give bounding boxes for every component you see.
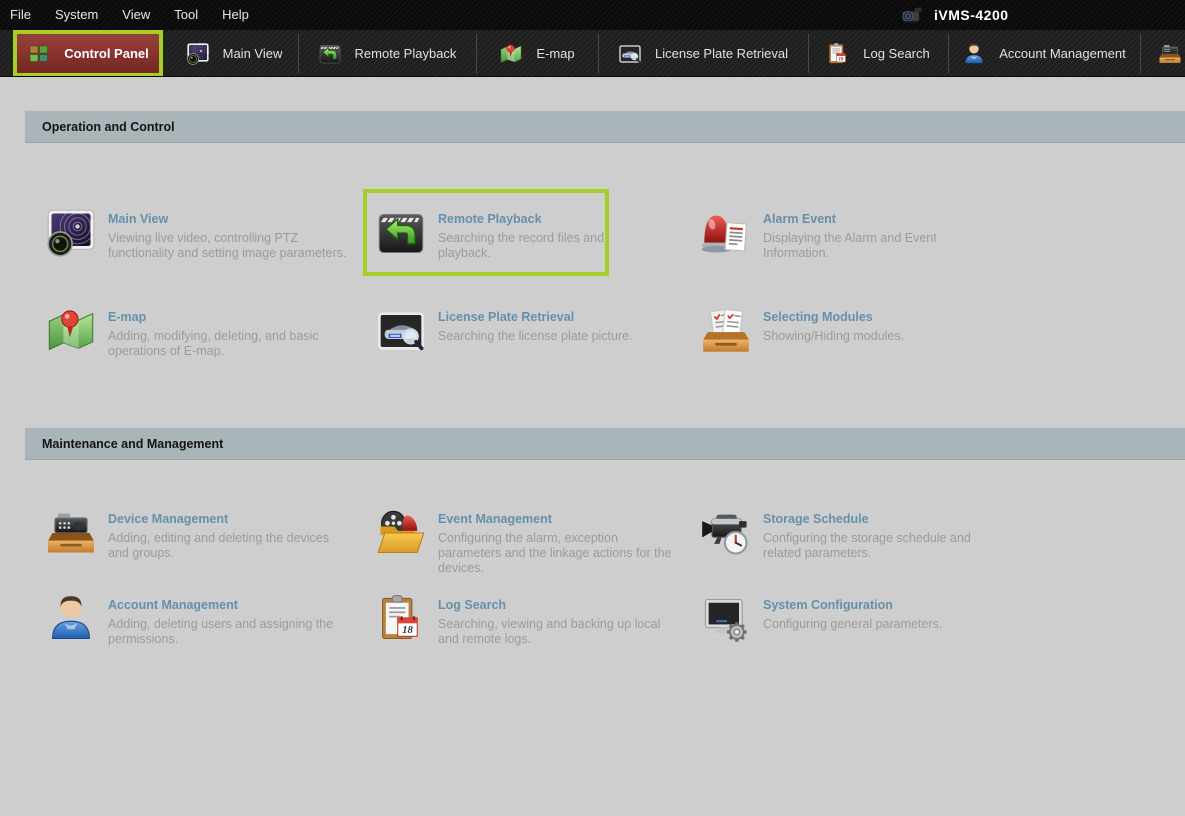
tab-account-management[interactable]: Account Management bbox=[948, 30, 1140, 76]
module-description: Searching, viewing and backing up local … bbox=[438, 617, 661, 646]
tab-bar: Control Panel Main View Remote Playback … bbox=[0, 30, 1185, 77]
section-maintenance-and-management: Maintenance and Management bbox=[25, 427, 1185, 460]
camera-logo-icon bbox=[901, 6, 923, 24]
module-description: Adding, modifying, deleting, and basic o… bbox=[108, 329, 319, 358]
account-management-icon bbox=[965, 42, 984, 63]
module-e-map[interactable]: E-map Adding, modifying, deleting, and b… bbox=[45, 305, 365, 359]
module-title: Selecting Modules bbox=[763, 310, 873, 324]
control-panel-page: Operation and Control Main View Viewing … bbox=[0, 78, 1185, 816]
tab-license-plate-retrieval[interactable]: License Plate Retrieval bbox=[598, 30, 808, 76]
module-description: Viewing live video, controlling PTZ func… bbox=[108, 231, 347, 260]
e-map-icon bbox=[501, 44, 522, 63]
tab-log-search[interactable]: Log Search bbox=[808, 30, 948, 76]
module-description: Adding, editing and deleting the devices… bbox=[108, 531, 329, 560]
module-title: E-map bbox=[108, 310, 147, 324]
tab-main-view[interactable]: Main View bbox=[170, 30, 298, 76]
remote-playback-icon bbox=[319, 44, 340, 63]
log-search-icon bbox=[382, 595, 418, 640]
tab-control-panel[interactable]: Control Panel bbox=[13, 30, 163, 76]
tabbar-spacer bbox=[163, 30, 170, 76]
module-main-view[interactable]: Main View Viewing live video, controllin… bbox=[45, 207, 365, 261]
module-description: Configuring the storage schedule and rel… bbox=[763, 531, 971, 560]
license-plate-icon bbox=[377, 311, 425, 351]
menu-help[interactable]: Help bbox=[210, 0, 261, 30]
app-title: iVMS-4200 bbox=[898, 0, 1009, 30]
module-title: Alarm Event bbox=[763, 212, 836, 226]
module-title: System Configuration bbox=[763, 598, 893, 612]
module-title: Main View bbox=[108, 212, 169, 226]
tab-label: Main View bbox=[222, 46, 283, 61]
log-search-icon bbox=[829, 42, 846, 63]
account-management-icon bbox=[52, 595, 90, 640]
module-system-configuration[interactable]: System Configuration Configuring general… bbox=[700, 593, 1020, 645]
menu-system[interactable]: System bbox=[43, 0, 110, 30]
tab-e-map[interactable]: E-map bbox=[476, 30, 598, 76]
main-view-icon bbox=[47, 208, 96, 257]
section-operation-and-control: Operation and Control bbox=[25, 110, 1185, 143]
tab-label: E-map bbox=[536, 46, 575, 61]
module-description: Configuring general parameters. bbox=[763, 617, 943, 631]
module-remote-playback[interactable]: Remote Playback Searching the record fil… bbox=[375, 207, 625, 261]
section-title: Operation and Control bbox=[42, 119, 175, 134]
section-title: Maintenance and Management bbox=[42, 436, 224, 451]
tab-remote-playback[interactable]: Remote Playback bbox=[298, 30, 476, 76]
device-drawer-icon bbox=[1159, 44, 1181, 63]
tabbar-spacer bbox=[0, 30, 13, 76]
event-management-icon bbox=[377, 510, 425, 554]
menu-file[interactable]: File bbox=[0, 0, 43, 30]
tab-label: Remote Playback bbox=[354, 46, 457, 61]
module-description: Displaying the Alarm and Event Informati… bbox=[763, 231, 937, 260]
system-configuration-icon bbox=[703, 597, 749, 644]
menu-tool[interactable]: Tool bbox=[162, 0, 210, 30]
tab-device-management-partial[interactable] bbox=[1140, 30, 1185, 76]
selecting-modules-icon bbox=[702, 308, 750, 353]
alarm-event-icon bbox=[701, 215, 748, 254]
module-title: Account Management bbox=[108, 598, 238, 612]
tab-label: License Plate Retrieval bbox=[655, 46, 788, 61]
module-storage-schedule[interactable]: Storage Schedule Configuring the storage… bbox=[700, 507, 1020, 561]
tab-label: Control Panel bbox=[64, 46, 149, 61]
module-account-management[interactable]: Account Management Adding, deleting user… bbox=[45, 593, 365, 647]
control-panel-icon bbox=[29, 45, 48, 62]
module-title: Storage Schedule bbox=[763, 512, 869, 526]
menu-bar: File System View Tool Help iVMS-4200 bbox=[0, 0, 1185, 30]
module-title: Device Management bbox=[108, 512, 229, 526]
module-selecting-modules[interactable]: Selecting Modules Showing/Hiding modules… bbox=[700, 305, 1020, 357]
module-event-management[interactable]: Event Management Configuring the alarm, … bbox=[375, 507, 695, 576]
remote-playback-icon bbox=[378, 213, 424, 254]
e-map-icon bbox=[48, 310, 94, 350]
license-plate-icon bbox=[619, 44, 641, 63]
module-title: Log Search bbox=[438, 598, 507, 612]
module-title: Remote Playback bbox=[438, 212, 542, 226]
app-title-text: iVMS-4200 bbox=[934, 7, 1009, 23]
storage-schedule-icon bbox=[701, 513, 748, 555]
menu-view[interactable]: View bbox=[110, 0, 162, 30]
module-description: Configuring the alarm, exception paramet… bbox=[438, 531, 672, 575]
tab-label: Account Management bbox=[999, 46, 1126, 61]
module-description: Showing/Hiding modules. bbox=[763, 329, 905, 343]
module-license-plate-retrieval[interactable]: License Plate Retrieval Searching the li… bbox=[375, 305, 695, 357]
module-log-search[interactable]: Log Search Searching, viewing and backin… bbox=[375, 593, 695, 647]
tab-label: Log Search bbox=[863, 46, 930, 61]
main-view-icon bbox=[186, 42, 209, 65]
module-device-management[interactable]: Device Management Adding, editing and de… bbox=[45, 507, 365, 561]
module-description: Searching the record files and playback. bbox=[438, 231, 605, 260]
device-drawer-icon bbox=[47, 512, 95, 554]
module-description: Adding, deleting users and assigning the… bbox=[108, 617, 334, 646]
module-title: Event Management bbox=[438, 512, 552, 526]
module-alarm-event[interactable]: Alarm Event Displaying the Alarm and Eve… bbox=[700, 207, 1020, 261]
module-title: License Plate Retrieval bbox=[438, 310, 575, 324]
module-description: Searching the license plate picture. bbox=[438, 329, 633, 343]
